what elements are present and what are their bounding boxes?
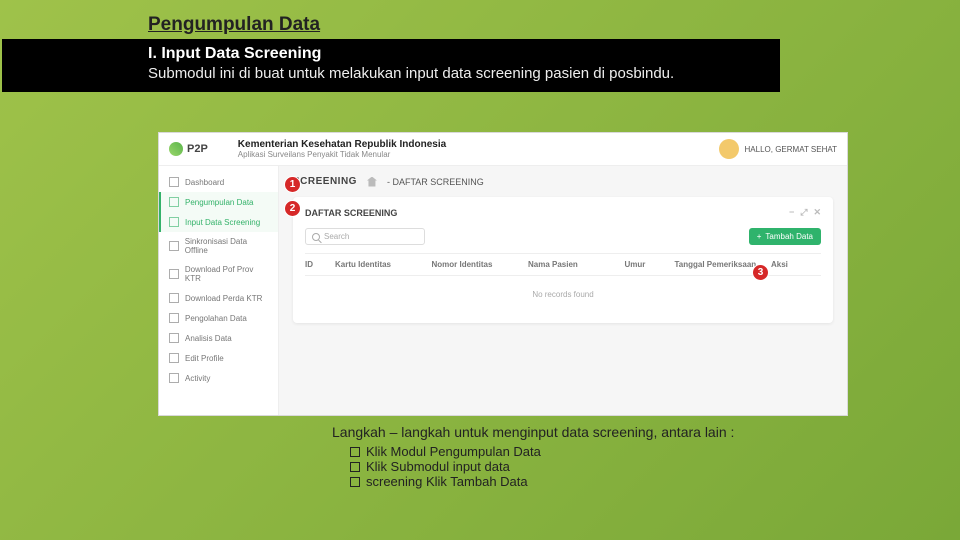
step-2: Klik Submodul input data (350, 459, 792, 474)
bullet-icon (350, 462, 360, 472)
expand-icon[interactable]: ⤢ (800, 207, 807, 218)
sidebar-item-download-prov[interactable]: Download Pof Prov KTR (159, 260, 278, 288)
sidebar: Dashboard Pengumpulan Data Input Data Sc… (159, 166, 279, 416)
app-logo: P2P (169, 142, 208, 156)
sidebar-item-download-perda[interactable]: Download Perda KTR (159, 288, 278, 308)
sidebar-item-label: Download Perda KTR (185, 294, 262, 303)
sidebar-item-label: Edit Profile (185, 354, 224, 363)
header-text: Kementerian Kesehatan Republik Indonesia… (238, 139, 446, 159)
download-icon (169, 269, 179, 279)
step-3: screening Klik Tambah Data (350, 474, 792, 489)
step-1: Klik Modul Pengumpulan Data (350, 444, 792, 459)
close-icon[interactable]: ✕ (813, 207, 821, 218)
sidebar-item-pengumpulan[interactable]: Pengumpulan Data (159, 192, 278, 212)
bar-icon (169, 333, 179, 343)
avatar-icon (719, 139, 739, 159)
brand-text: P2P (187, 143, 208, 155)
user-greeting: HALLO, GERMAT SEHAT (745, 145, 837, 154)
app-screenshot: P2P Kementerian Kesehatan Republik Indon… (158, 132, 848, 416)
sidebar-item-label: Activity (185, 374, 210, 383)
gear-icon (169, 197, 179, 207)
sidebar-item-sync[interactable]: Sinkronisasi Data Offline (159, 232, 278, 260)
col-umur: Umur (625, 260, 675, 269)
bullet-icon (350, 447, 360, 457)
app-header: P2P Kementerian Kesehatan Republik Indon… (159, 133, 847, 166)
steps-intro: Langkah – langkah untuk menginput data s… (332, 424, 792, 440)
search-placeholder: Search (324, 232, 349, 241)
ministry-subtitle: Aplikasi Surveilans Penyakit Tidak Menul… (238, 150, 446, 159)
sidebar-item-label: Pengumpulan Data (185, 198, 254, 207)
empty-state: No records found (305, 276, 821, 313)
screening-card: DAFTAR SCREENING − ⤢ ✕ Search + Tambah D… (293, 197, 833, 323)
callout-3: 3 (752, 264, 769, 281)
col-kartu: Kartu Identitas (335, 260, 432, 269)
user-icon (169, 353, 179, 363)
sidebar-item-label: Analisis Data (185, 334, 232, 343)
plus-icon: + (757, 232, 762, 241)
sync-icon (169, 241, 179, 251)
sidebar-item-label: Pengolahan Data (185, 314, 247, 323)
main-panel: SCREENING - DAFTAR SCREENING DAFTAR SCRE… (279, 166, 847, 416)
sidebar-item-analisis[interactable]: Analisis Data (159, 328, 278, 348)
sidebar-item-activity[interactable]: Activity (159, 368, 278, 388)
section-body: Submodul ini di buat untuk melakukan inp… (148, 65, 770, 82)
chart-icon (169, 313, 179, 323)
home-icon[interactable] (367, 177, 377, 187)
search-input[interactable]: Search (305, 228, 425, 245)
download-icon (169, 293, 179, 303)
page-label: SCREENING (293, 176, 357, 187)
sidebar-item-label: Download Pof Prov KTR (185, 265, 270, 283)
slide-section-box: I. Input Data Screening Submodul ini di … (2, 39, 780, 92)
col-nomor: Nomor Identitas (432, 260, 529, 269)
sidebar-item-label: Dashboard (185, 178, 224, 187)
col-aksi: Aksi (771, 260, 821, 269)
breadcrumb-row: SCREENING - DAFTAR SCREENING (293, 176, 833, 187)
sidebar-item-dashboard[interactable]: Dashboard (159, 172, 278, 192)
card-title: DAFTAR SCREENING (305, 208, 397, 218)
logo-icon (169, 142, 183, 156)
minus-icon[interactable]: − (789, 207, 794, 218)
add-button-label: Tambah Data (765, 232, 813, 241)
add-data-button[interactable]: + Tambah Data (749, 228, 821, 245)
col-id: ID (305, 260, 335, 269)
sidebar-item-pengolahan[interactable]: Pengolahan Data (159, 308, 278, 328)
user-chip[interactable]: HALLO, GERMAT SEHAT (719, 139, 837, 159)
ministry-title: Kementerian Kesehatan Republik Indonesia (238, 139, 446, 150)
sidebar-item-input-screening[interactable]: Input Data Screening (159, 212, 278, 232)
users-icon (169, 217, 179, 227)
sidebar-item-label: Input Data Screening (185, 218, 260, 227)
slide-title: Pengumpulan Data (148, 14, 848, 36)
grid-icon (169, 177, 179, 187)
clock-icon (169, 373, 179, 383)
callout-2: 2 (284, 200, 301, 217)
section-label: I. Input Data Screening (148, 45, 770, 63)
col-nama: Nama Pasien (528, 260, 625, 269)
sidebar-item-label: Sinkronisasi Data Offline (185, 237, 270, 255)
breadcrumb-text: - DAFTAR SCREENING (387, 177, 484, 187)
steps-block: Langkah – langkah untuk menginput data s… (332, 424, 792, 489)
table-header: ID Kartu Identitas Nomor Identitas Nama … (305, 253, 821, 276)
sidebar-item-edit-profile[interactable]: Edit Profile (159, 348, 278, 368)
search-icon (312, 233, 320, 241)
callout-1: 1 (284, 176, 301, 193)
bullet-icon (350, 477, 360, 487)
